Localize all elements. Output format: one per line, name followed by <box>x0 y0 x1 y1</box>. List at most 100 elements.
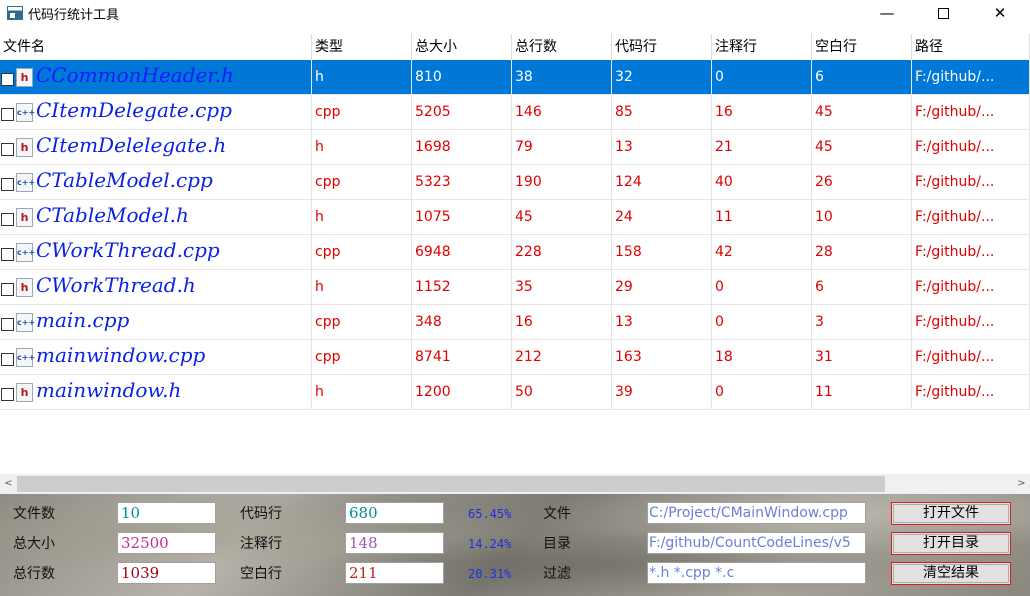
cell-type: h <box>312 200 412 235</box>
h-file-icon: h <box>16 383 33 402</box>
row-checkbox[interactable] <box>1 73 14 86</box>
horizontal-scrollbar[interactable]: < > <box>0 474 1030 494</box>
cell-type: cpp <box>312 235 412 270</box>
cell-blank-lines: 6 <box>812 60 912 95</box>
cpp-file-icon: c++ <box>16 348 35 367</box>
cell-blank-lines: 11 <box>812 375 912 410</box>
cell-comment-lines: 42 <box>712 235 812 270</box>
cell-total-lines: 79 <box>512 130 612 165</box>
cpp-file-icon: c++ <box>16 313 35 332</box>
column-header-type[interactable]: 类型 <box>312 34 412 60</box>
row-checkbox[interactable] <box>1 143 14 156</box>
cell-filename[interactable]: c++ CWorkThread.cpp <box>0 235 312 270</box>
cell-total-lines: 16 <box>512 305 612 340</box>
column-header-total-lines[interactable]: 总行数 <box>512 34 612 60</box>
table-row[interactable]: c++ main.cpp cpp 348 16 13 0 3 F:/github/... <box>0 305 1030 340</box>
table-header: 文件名 类型 总大小 总行数 代码行 注释行 空白行 路径 <box>0 34 1030 60</box>
cell-type: cpp <box>312 95 412 130</box>
table-row[interactable]: h CWorkThread.h h 1152 35 29 0 6 F:/github/... <box>0 270 1030 305</box>
file-name: CWorkThread.h <box>36 273 196 297</box>
cell-comment-lines: 0 <box>712 270 812 305</box>
row-checkbox[interactable] <box>1 388 14 401</box>
cell-comment-lines: 11 <box>712 200 812 235</box>
cell-filename[interactable]: c++ CTableModel.cpp <box>0 165 312 200</box>
open-file-button[interactable]: 打开文件 <box>891 502 1011 525</box>
cell-filename[interactable]: c++ main.cpp <box>0 305 312 340</box>
blank-lines-percent: 20.31% <box>468 567 512 581</box>
cell-total-lines: 228 <box>512 235 612 270</box>
cell-filename[interactable]: h CTableModel.h <box>0 200 312 235</box>
code-lines-percent: 65.45% <box>468 507 512 521</box>
cell-code-lines: 32 <box>612 60 712 95</box>
column-header-size[interactable]: 总大小 <box>412 34 512 60</box>
cell-path: F:/github/... <box>912 165 1030 200</box>
cell-blank-lines: 6 <box>812 270 912 305</box>
row-checkbox[interactable] <box>1 318 14 331</box>
cell-comment-lines: 0 <box>712 375 812 410</box>
table-row[interactable]: c++ mainwindow.cpp cpp 8741 212 163 18 31 F:/git… <box>0 340 1030 375</box>
column-header-path[interactable]: 路径 <box>912 34 1030 60</box>
total-size-label: 总大小 <box>13 536 55 552</box>
row-checkbox[interactable] <box>1 178 14 191</box>
close-icon: ✕ <box>993 4 1007 22</box>
cell-size: 5205 <box>412 95 512 130</box>
table-row[interactable]: h CCommonHeader.h h 810 38 32 0 6 F:/github/... <box>0 60 1030 95</box>
cell-filename[interactable]: h CWorkThread.h <box>0 270 312 305</box>
main-window: 代码行统计工具 — ✕ 文件名 类型 总大小 总行数 代码行 注释行 空白行 路… <box>0 0 1030 596</box>
file-name: main.cpp <box>36 308 130 332</box>
row-checkbox[interactable] <box>1 353 14 366</box>
row-checkbox[interactable] <box>1 248 14 261</box>
cell-path: F:/github/... <box>912 95 1030 130</box>
app-icon <box>7 6 23 20</box>
row-checkbox[interactable] <box>1 283 14 296</box>
table-row[interactable]: c++ CItemDelegate.cpp cpp 5205 146 85 16 45 F:/g… <box>0 95 1030 130</box>
maximize-button[interactable] <box>920 0 966 26</box>
code-lines-field: 680 <box>345 502 444 524</box>
table-row[interactable]: c++ CTableModel.cpp cpp 5323 190 124 40 26 F:/gi… <box>0 165 1030 200</box>
table-row[interactable]: h CTableModel.h h 1075 45 24 11 10 F:/github/... <box>0 200 1030 235</box>
minimize-button[interactable]: — <box>864 0 910 26</box>
scroll-right-icon[interactable]: > <box>1013 474 1030 494</box>
cell-total-lines: 190 <box>512 165 612 200</box>
column-header-code-lines[interactable]: 代码行 <box>612 34 712 60</box>
stats-panel: 文件数 10 总大小 32500 总行数 1039 代码行 680 65.45%… <box>0 494 1030 596</box>
cell-filename[interactable]: h CCommonHeader.h <box>0 60 312 95</box>
file-table: h CCommonHeader.h h 810 38 32 0 6 F:/github/... c… <box>0 60 1030 410</box>
blank-lines-field: 211 <box>345 562 444 584</box>
cell-code-lines: 13 <box>612 130 712 165</box>
cell-filename[interactable]: h mainwindow.h <box>0 375 312 410</box>
file-name: CWorkThread.cpp <box>36 238 220 262</box>
filter-input[interactable]: *.h *.cpp *.c <box>647 562 866 584</box>
cell-code-lines: 85 <box>612 95 712 130</box>
cpp-file-icon: c++ <box>16 243 35 262</box>
cpp-file-icon: c++ <box>16 103 35 122</box>
total-lines-label: 总行数 <box>13 566 55 582</box>
blank-lines-label: 空白行 <box>240 566 282 582</box>
file-path-input[interactable]: C:/Project/CMainWindow.cpp <box>647 502 866 524</box>
open-dir-button[interactable]: 打开目录 <box>891 532 1011 555</box>
cell-filename[interactable]: c++ mainwindow.cpp <box>0 340 312 375</box>
h-file-icon: h <box>16 138 33 157</box>
h-file-icon: h <box>16 68 33 87</box>
cell-filename[interactable]: h CItemDelelegate.h <box>0 130 312 165</box>
column-header-comment-lines[interactable]: 注释行 <box>712 34 812 60</box>
cell-code-lines: 13 <box>612 305 712 340</box>
scrollbar-thumb[interactable] <box>17 476 885 492</box>
file-name: mainwindow.h <box>36 378 182 402</box>
column-header-filename[interactable]: 文件名 <box>0 34 312 60</box>
scroll-left-icon[interactable]: < <box>0 474 17 494</box>
table-row[interactable]: c++ CWorkThread.cpp cpp 6948 228 158 42 28 F:/gi… <box>0 235 1030 270</box>
row-checkbox[interactable] <box>1 108 14 121</box>
table-row[interactable]: h CItemDelelegate.h h 1698 79 13 21 45 F:/github… <box>0 130 1030 165</box>
file-name: CCommonHeader.h <box>36 63 234 87</box>
cell-path: F:/github/... <box>912 130 1030 165</box>
clear-results-button[interactable]: 清空结果 <box>891 562 1011 585</box>
table-row[interactable]: h mainwindow.h h 1200 50 39 0 11 F:/github/... <box>0 375 1030 410</box>
cell-size: 8741 <box>412 340 512 375</box>
close-button[interactable]: ✕ <box>977 0 1023 26</box>
cell-filename[interactable]: c++ CItemDelegate.cpp <box>0 95 312 130</box>
cell-path: F:/github/... <box>912 235 1030 270</box>
column-header-blank-lines[interactable]: 空白行 <box>812 34 912 60</box>
dir-path-input[interactable]: F:/github/CountCodeLines/v5 <box>647 532 866 554</box>
row-checkbox[interactable] <box>1 213 14 226</box>
